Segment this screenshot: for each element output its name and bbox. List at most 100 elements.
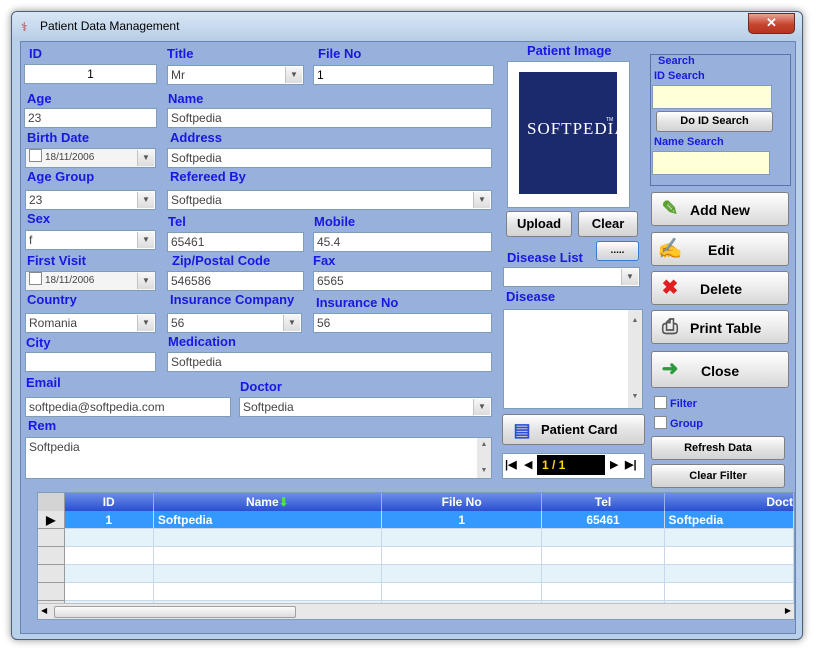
doctor-label: Doctor [240, 379, 282, 394]
mobile-field[interactable]: 45.4 [313, 232, 492, 252]
prev-record-icon[interactable]: ◀ [524, 458, 532, 471]
scroll-right-icon[interactable]: ▶ [785, 606, 791, 615]
next-record-icon[interactable]: ▶ [610, 458, 618, 471]
record-position: 1 / 1 [537, 455, 605, 475]
cell-tel[interactable]: 65461 [541, 511, 665, 529]
address-field[interactable]: Softpedia [167, 148, 492, 168]
column-tel[interactable]: Tel [541, 493, 665, 511]
medication-field[interactable]: Softpedia [167, 352, 492, 372]
tel-field[interactable]: 65461 [167, 232, 304, 252]
zip-field[interactable]: 546586 [167, 271, 304, 291]
group-label: Group [670, 418, 703, 430]
table-row[interactable] [38, 546, 794, 565]
filter-check-box[interactable] [654, 396, 667, 409]
table-row[interactable] [38, 582, 794, 601]
disease-scrollbar[interactable]: ▲ ▼ [628, 310, 642, 408]
add-new-button[interactable]: ✎ Add New [651, 192, 789, 226]
table-row[interactable] [38, 528, 794, 547]
group-checkbox[interactable]: Group [654, 416, 703, 430]
chevron-down-icon[interactable]: ▼ [137, 192, 154, 208]
scroll-left-icon[interactable]: ◀ [41, 606, 47, 615]
column-id[interactable]: ID [64, 493, 154, 511]
add-pencil-icon: ✎ [661, 198, 679, 220]
table-row[interactable]: ▶ 1 Softpedia 1 65461 Softpedia [38, 511, 794, 529]
scrollbar-thumb[interactable] [54, 606, 296, 618]
table-row[interactable] [38, 564, 794, 583]
column-name[interactable]: Name⬇ [153, 493, 382, 511]
close-button[interactable]: ➜ Close [651, 351, 789, 388]
column-doctor[interactable]: Doct [664, 493, 794, 511]
birth-date-picker[interactable]: 18/11/2006 ▼ [25, 148, 156, 168]
doctor-select[interactable]: Softpedia ▼ [239, 397, 492, 417]
email-field[interactable]: softpedia@softpedia.com [25, 397, 231, 417]
patient-image-label: Patient Image [527, 43, 612, 58]
city-field[interactable] [25, 352, 156, 372]
do-id-search-button[interactable]: Do ID Search [656, 111, 773, 132]
id-search-input[interactable] [652, 85, 772, 109]
id-field[interactable]: 1 [24, 64, 157, 84]
name-search-input[interactable] [652, 151, 770, 175]
disease-list-select[interactable]: ▼ [503, 267, 640, 287]
name-field[interactable]: Softpedia [167, 108, 492, 128]
cell-name[interactable]: Softpedia [153, 511, 382, 529]
title-bar[interactable]: ⚕ Patient Data Management ✕ [12, 12, 802, 41]
last-record-icon[interactable]: ▶| [625, 458, 637, 471]
fax-label: Fax [313, 253, 336, 268]
fax-field[interactable]: 6565 [313, 271, 492, 291]
sex-select[interactable]: f ▼ [25, 230, 156, 250]
print-table-button[interactable]: ⎙ Print Table [651, 310, 789, 344]
chevron-down-icon[interactable]: ▼ [137, 232, 154, 248]
country-select[interactable]: Romania ▼ [25, 313, 156, 333]
first-visit-checkbox[interactable] [29, 272, 42, 285]
patient-card-button[interactable]: ▤ Patient Card [502, 414, 645, 445]
first-record-icon[interactable]: |◀ [505, 458, 517, 471]
insurance-no-field[interactable]: 56 [313, 313, 492, 333]
chevron-down-icon[interactable]: ▼ [621, 269, 638, 285]
upload-button[interactable]: Upload [506, 211, 572, 237]
file-no-field[interactable]: 1 [313, 65, 494, 85]
chevron-down-icon[interactable]: ▼ [283, 315, 300, 331]
clear-image-button[interactable]: Clear [578, 211, 638, 237]
chevron-down-icon[interactable]: ▼ [473, 399, 490, 415]
cell-doctor[interactable]: Softpedia [664, 511, 794, 529]
sex-value: f [29, 233, 33, 247]
row-selector-arrow-icon[interactable]: ▶ [38, 511, 65, 529]
rem-scrollbar[interactable]: ▲ ▼ [477, 438, 491, 478]
age-field[interactable]: 23 [24, 108, 157, 128]
chevron-down-icon[interactable]: ▼ [137, 273, 154, 289]
edit-button[interactable]: ✍ Edit [651, 232, 789, 266]
refereed-by-select[interactable]: Softpedia ▼ [167, 190, 492, 210]
disease-label: Disease [506, 289, 556, 304]
first-visit-value: 18/11/2006 [45, 275, 95, 286]
more-button[interactable]: ..... [596, 241, 639, 261]
disease-textarea[interactable]: ▲ ▼ [503, 309, 643, 409]
title-label: Title [167, 46, 194, 61]
chevron-down-icon[interactable]: ▼ [137, 150, 154, 166]
refresh-data-button[interactable]: Refresh Data [651, 436, 785, 460]
doctor-value: Softpedia [243, 400, 294, 414]
patient-image-frame[interactable]: SOFTPEDIA TM [507, 61, 630, 208]
window-close-button[interactable]: ✕ [748, 13, 795, 34]
chevron-down-icon[interactable]: ▼ [285, 67, 302, 83]
column-file-no[interactable]: File No [381, 493, 543, 511]
insurance-no-label: Insurance No [316, 295, 399, 310]
title-select[interactable]: Mr ▼ [167, 65, 304, 85]
print-table-label: Print Table [690, 320, 762, 336]
rem-textarea[interactable]: Softpedia ▲ ▼ [25, 437, 492, 479]
first-visit-picker[interactable]: 18/11/2006 ▼ [25, 271, 156, 291]
chevron-down-icon[interactable]: ▼ [473, 192, 490, 208]
edit-label: Edit [708, 242, 735, 258]
patient-image: SOFTPEDIA TM [519, 72, 627, 194]
delete-button[interactable]: ✖ Delete [651, 271, 789, 305]
patients-grid[interactable]: ID Name⬇ File No Tel Doct ▶ 1 Softpedia … [37, 492, 795, 620]
clear-filter-button[interactable]: Clear Filter [651, 464, 785, 488]
age-group-select[interactable]: 23 ▼ [25, 190, 156, 210]
filter-checkbox[interactable]: Filter [654, 396, 697, 410]
cell-id[interactable]: 1 [64, 511, 154, 529]
insurance-company-select[interactable]: 56 ▼ [167, 313, 302, 333]
birth-date-checkbox[interactable] [29, 149, 42, 162]
grid-horizontal-scrollbar[interactable]: ◀ ▶ [38, 603, 794, 619]
chevron-down-icon[interactable]: ▼ [137, 315, 154, 331]
cell-file-no[interactable]: 1 [381, 511, 543, 529]
group-check-box[interactable] [654, 416, 667, 429]
